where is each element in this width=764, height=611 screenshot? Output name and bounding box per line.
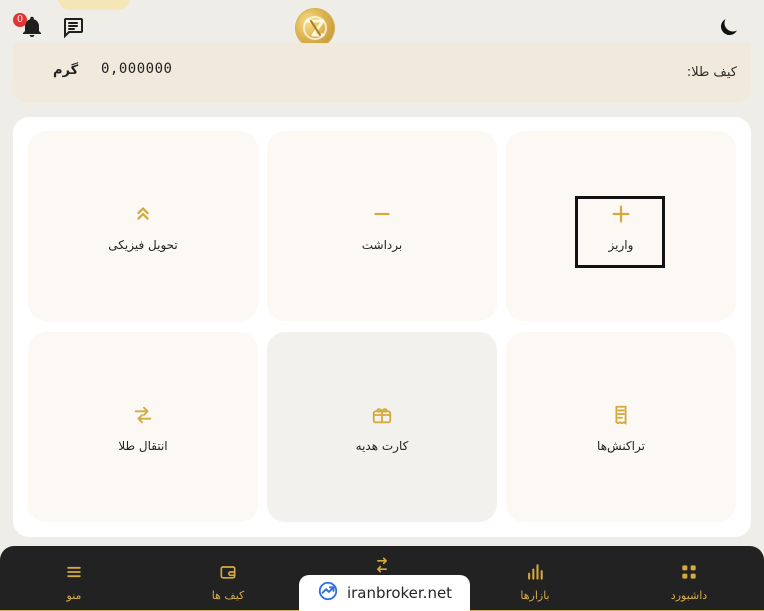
physical-delivery-tile[interactable]: تحویل فیزیکی [28, 131, 258, 321]
swap-icon [371, 554, 393, 576]
transfer-arrows-icon [129, 401, 157, 429]
theme-toggle-button[interactable] [716, 16, 742, 42]
gift-card-label: کارت هدیه [355, 439, 409, 453]
actions-panel: واریز برداشت تحویل فیزیکی [13, 117, 751, 537]
gold-transfer-label: انتقال طلا [118, 439, 168, 453]
watermark-text: iranbroker.net [346, 584, 453, 602]
nav-dashboard[interactable]: داشبورد [651, 557, 727, 605]
withdraw-label: برداشت [361, 238, 403, 252]
message-icon [61, 15, 85, 43]
messages-button[interactable] [60, 16, 85, 41]
gift-card-tile[interactable]: کارت هدیه [267, 332, 497, 522]
nav-menu-label: منو [66, 588, 82, 602]
nav-wallets-label: کیف ها [211, 588, 245, 602]
nav-markets[interactable]: بازارها [497, 557, 573, 605]
transactions-label: تراکنش‌ها [597, 439, 645, 453]
iranbroker-watermark: iranbroker.net [299, 575, 470, 611]
bar-chart-icon [524, 561, 546, 583]
grid-icon [678, 561, 700, 583]
app-screen: 0 کیف طلا: 0,000000 گرم واریز برداشت تحو… [0, 0, 764, 611]
minus-icon [368, 200, 396, 228]
plus-icon [607, 200, 635, 228]
gold-wallet-summary: کیف طلا: 0,000000 گرم [13, 43, 751, 103]
double-chevron-up-icon [129, 200, 157, 228]
nav-markets-label: بازارها [520, 588, 550, 602]
broker-logo-icon [317, 580, 339, 606]
moon-icon [717, 15, 741, 43]
wallet-icon [217, 561, 239, 583]
wallet-label: کیف طلا: [686, 65, 737, 80]
withdraw-tile[interactable]: برداشت [267, 131, 497, 321]
nav-dashboard-label: داشبورد [670, 588, 708, 602]
wallet-amount: 0,000000 [101, 61, 173, 77]
top-accent-shape [58, 0, 130, 10]
nav-wallets[interactable]: کیف ها [190, 557, 266, 605]
physical-delivery-label: تحویل فیزیکی [108, 238, 178, 252]
gift-card-icon [368, 401, 396, 429]
deposit-label: واریز [608, 238, 634, 252]
menu-icon [63, 561, 85, 583]
brand-logo [295, 8, 335, 48]
notification-badge: 0 [13, 13, 27, 27]
deposit-tile[interactable]: واریز [506, 131, 736, 321]
nav-menu[interactable]: منو [36, 557, 112, 605]
receipt-icon [607, 401, 635, 429]
gold-transfer-tile[interactable]: انتقال طلا [28, 332, 258, 522]
wallet-unit: گرم [53, 63, 79, 78]
transactions-tile[interactable]: تراکنش‌ها [506, 332, 736, 522]
